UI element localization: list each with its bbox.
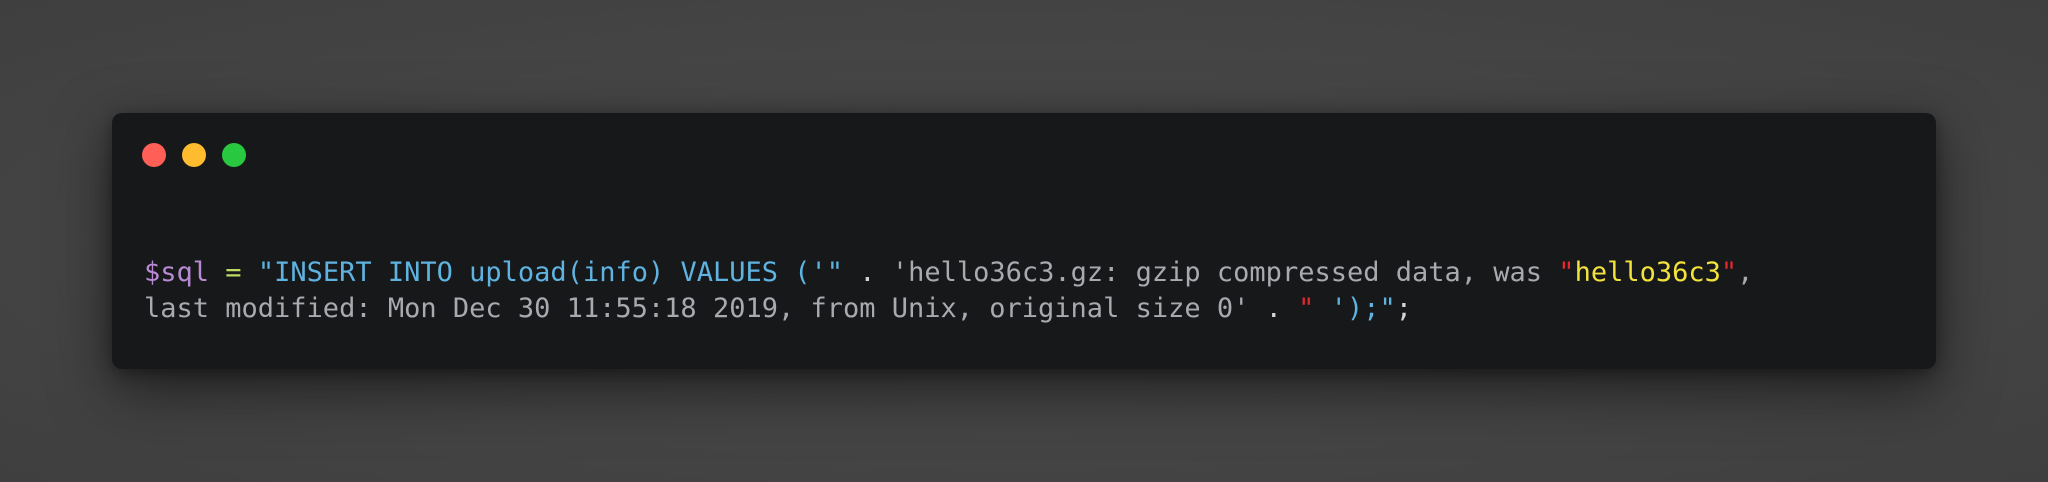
code-token: hello36c3 bbox=[1574, 257, 1721, 288]
code-line: $sql = "INSERT INTO upload(info) VALUES … bbox=[144, 255, 1753, 291]
code-token: last modified: Mon Dec 30 11:55:18 2019,… bbox=[144, 293, 1250, 324]
code-token: ');" bbox=[1314, 293, 1396, 324]
code-token: " bbox=[1720, 257, 1738, 288]
code-line: last modified: Mon Dec 30 11:55:18 2019,… bbox=[144, 291, 1753, 327]
code-token: $sql bbox=[144, 257, 210, 288]
code-token: , bbox=[1737, 257, 1754, 288]
code-token: . bbox=[1249, 293, 1299, 324]
code-token: 'hello36c3.gz: gzip compressed data, was bbox=[891, 257, 1559, 288]
code-token: ; bbox=[1395, 293, 1412, 324]
code-token: " bbox=[1558, 257, 1575, 288]
code-token: "INSERT INTO upload(info) VALUES ('" bbox=[257, 257, 844, 288]
minimize-button[interactable] bbox=[182, 143, 206, 167]
code-window: $sql = "INSERT INTO upload(info) VALUES … bbox=[112, 113, 1936, 369]
close-button[interactable] bbox=[142, 143, 166, 167]
window-controls bbox=[142, 143, 246, 167]
maximize-button[interactable] bbox=[222, 143, 246, 167]
code-block: $sql = "INSERT INTO upload(info) VALUES … bbox=[144, 255, 1753, 327]
code-token: = bbox=[225, 257, 242, 288]
code-token: " bbox=[1298, 293, 1315, 324]
code-token: . bbox=[843, 257, 892, 288]
